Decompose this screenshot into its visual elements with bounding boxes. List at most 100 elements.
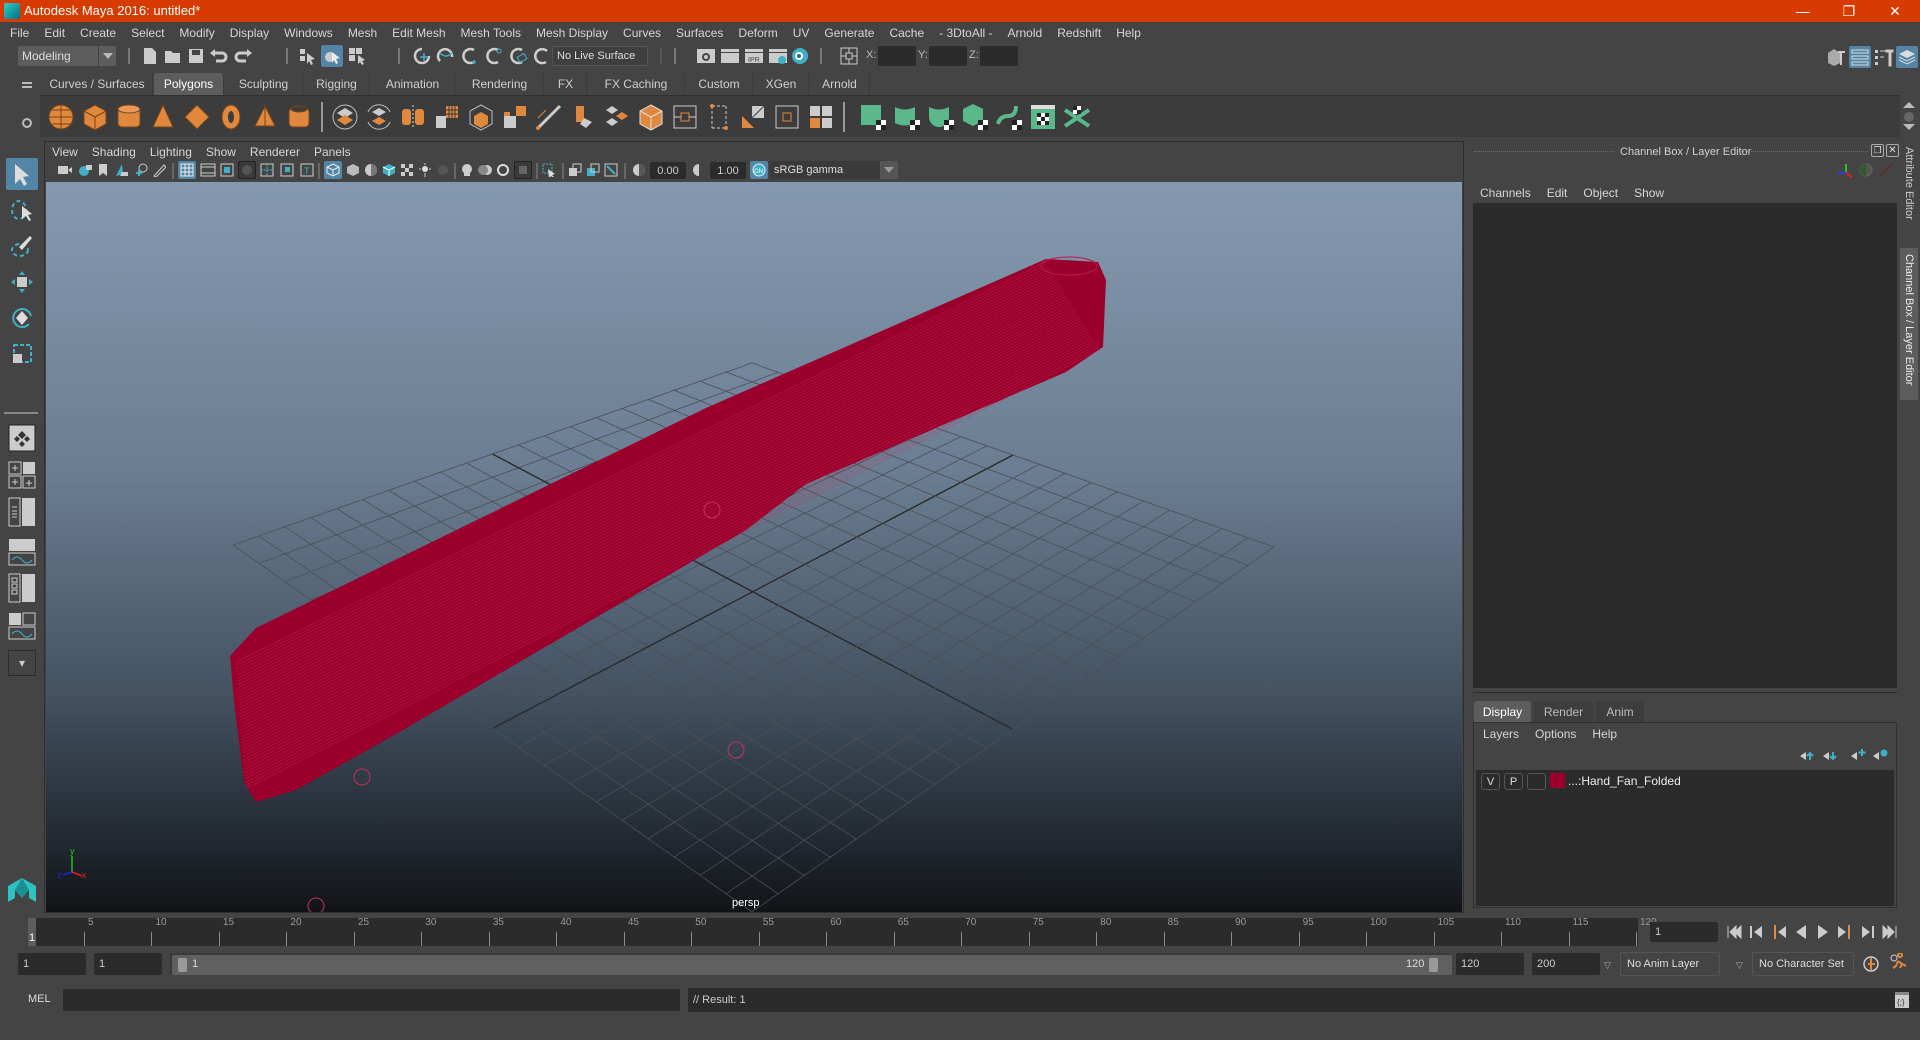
shadows-icon[interactable] [436,163,450,177]
modeling-toolkit-icon[interactable] [1826,47,1846,67]
grid-toggle[interactable] [178,161,196,179]
close-button[interactable]: ✕ [1872,0,1918,22]
redo-icon[interactable] [234,49,252,63]
depth-of-field-toggle[interactable] [514,161,532,179]
camera-attributes-icon[interactable] [78,163,92,177]
vp-menu-lighting[interactable]: Lighting [150,145,192,161]
menu-mesh-tools[interactable]: Mesh Tools [461,26,521,40]
uv-layout-icon[interactable] [806,102,836,132]
character-set-menu-icon[interactable]: ▽ [1736,960,1743,971]
menu-edit[interactable]: Edit [44,26,65,40]
menu-select[interactable]: Select [131,26,164,40]
select-tool[interactable] [6,158,38,190]
layer-playback-toggle[interactable]: P [1504,773,1523,790]
shelf-tab-animation[interactable]: Animation [371,73,455,95]
key-icon[interactable] [1878,162,1894,178]
custom-layout-button[interactable]: ▾ [8,650,36,676]
shelf-tab-custom[interactable]: Custom [686,73,753,95]
open-scene-icon[interactable] [164,48,182,64]
multi-cut-icon[interactable] [534,102,564,132]
select-by-component-type-icon[interactable] [348,47,366,65]
uv-unfold-icon[interactable] [994,102,1024,132]
menu-help[interactable]: Help [1116,26,1141,40]
layer-color-swatch[interactable] [1550,773,1565,788]
minimize-button[interactable]: — [1780,0,1826,22]
new-layer-icon[interactable] [1850,748,1866,762]
hand-fan-folded-mesh[interactable] [230,256,1106,912]
menu-file[interactable]: File [10,26,29,40]
shelf-tab-rendering[interactable]: Rendering [456,73,544,95]
poly-cylinder-icon[interactable] [114,102,144,132]
four-view-layout[interactable] [6,459,38,491]
shelf-tab-fx-caching[interactable]: FX Caching [588,73,685,95]
play-backwards-icon[interactable] [1792,925,1810,939]
snap-to-curves-icon[interactable] [436,47,456,65]
view-transform-dropdown[interactable]: sRGB gamma [770,161,898,179]
shelf-tab-curves-surfaces[interactable]: Curves / Surfaces [42,73,153,95]
menu-curves[interactable]: Curves [623,26,661,40]
snap-to-points-icon[interactable] [460,47,480,65]
field-chart-icon[interactable] [260,163,274,177]
rotate-tool[interactable] [6,302,38,334]
poly-pipe-icon[interactable] [284,102,314,132]
motion-blur-icon[interactable] [478,163,492,177]
layer-tab-anim[interactable]: Anim [1596,701,1644,722]
script-editor-icon[interactable]: {;} [1894,991,1910,1009]
cb-menu-channels[interactable]: Channels [1480,186,1531,200]
menu-surfaces[interactable]: Surfaces [676,26,723,40]
persp-graph-layout[interactable] [6,536,38,568]
exposure-icon[interactable] [632,163,646,177]
wireframe-toggle[interactable] [324,161,342,179]
playback-end-field[interactable]: 120 [1456,953,1524,975]
anim-layer-dropdown[interactable]: No Anim Layer [1620,952,1720,976]
y-coordinate-field[interactable] [929,46,967,66]
poly-sphere-icon[interactable] [46,102,76,132]
hypershade-layout[interactable] [6,572,38,604]
shelf-tab-xgen[interactable]: XGen [754,73,809,95]
use-all-lights-icon[interactable] [418,163,432,177]
bookmarks-icon[interactable] [98,163,108,177]
merge-icon[interactable] [602,102,632,132]
fill-hole-icon[interactable] [670,102,700,132]
gamma-field[interactable]: 1.00 [710,162,746,179]
poly-cube-icon[interactable] [80,102,110,132]
menu-display[interactable]: Display [230,26,269,40]
x-coordinate-field[interactable] [878,46,916,66]
go-to-start-icon[interactable] [1726,925,1744,939]
open-render-view-icon[interactable] [696,47,716,65]
close-panel-icon[interactable]: ✕ [1886,144,1899,157]
range-start-handle[interactable] [178,958,187,972]
combine-icon[interactable] [330,102,360,132]
cb-menu-show[interactable]: Show [1634,186,1664,200]
bevel-face-icon[interactable] [636,102,666,132]
shelf-tab-arnold[interactable]: Arnold [810,73,870,95]
end-time-field[interactable]: 200 [1532,953,1600,975]
screen-space-ao-icon[interactable] [460,163,474,177]
isolate-select-icon[interactable] [542,163,556,177]
menu-generate[interactable]: Generate [824,26,874,40]
undo-icon[interactable] [210,49,228,63]
attribute-editor-side-tab[interactable]: Attribute Editor [1900,141,1918,241]
safe-action-icon[interactable] [280,163,294,177]
vp-menu-renderer[interactable]: Renderer [250,145,300,161]
select-by-hierarchy-icon[interactable] [298,47,316,65]
save-scene-icon[interactable] [188,48,204,64]
smooth-shade-icon[interactable] [346,163,360,177]
gate-mask-toggle[interactable] [238,161,256,179]
play-forwards-icon[interactable] [1814,925,1832,939]
input-mode-icon[interactable] [840,47,858,65]
command-input[interactable] [63,989,680,1011]
float-panel-icon[interactable]: ❐ [1871,144,1884,157]
z-coordinate-field[interactable] [980,46,1018,66]
smooth-icon[interactable] [432,102,462,132]
single-perspective-layout[interactable] [6,422,38,454]
range-slider[interactable]: 1 120 [172,955,1452,975]
scale-tool[interactable] [6,338,38,370]
xray-icon[interactable] [568,163,582,177]
playback-start-field[interactable]: 1 [94,953,162,975]
gamma-icon[interactable] [692,163,706,177]
menu-uv[interactable]: UV [793,26,810,40]
tool-settings-icon[interactable] [1874,47,1894,67]
snap-to-projected-center-icon[interactable] [484,47,504,65]
cb-menu-edit[interactable]: Edit [1547,186,1568,200]
